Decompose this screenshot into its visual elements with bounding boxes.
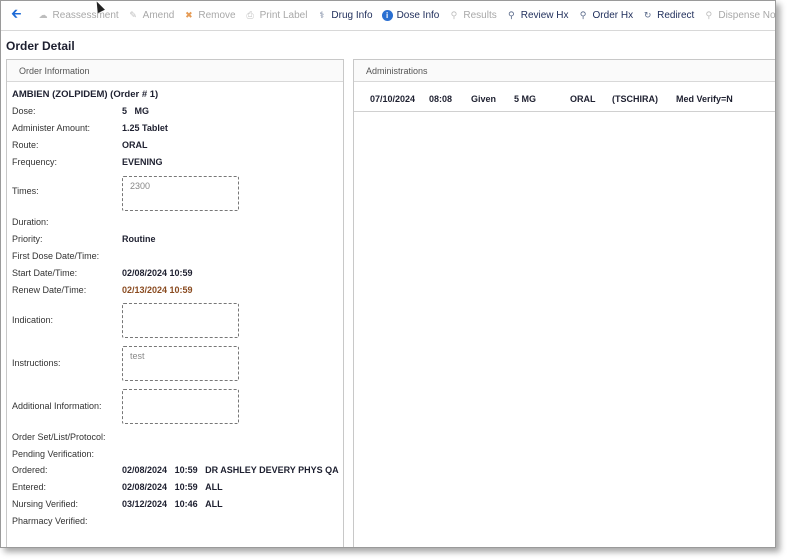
- times-field[interactable]: 2300: [122, 176, 239, 211]
- frequency-value: EVENING: [122, 157, 163, 167]
- edit-icon: ✎: [129, 10, 137, 20]
- results-button[interactable]: ⚲ Results: [448, 10, 497, 21]
- instructions-field[interactable]: test: [122, 346, 239, 381]
- admin-date: 07/10/2024: [370, 94, 416, 104]
- notes-icon: ⚲: [705, 10, 713, 20]
- dose-value: 5 MG: [122, 106, 150, 116]
- admin-time: 08:08: [429, 94, 453, 104]
- instructions-label: Instructions:: [12, 358, 61, 368]
- info-icon: i: [381, 10, 393, 21]
- route-value: ORAL: [122, 140, 148, 150]
- drug-info-button[interactable]: ⚕ Drug Info: [316, 10, 372, 21]
- dose-info-button[interactable]: i Dose Info: [381, 10, 439, 21]
- admin-status: Given: [471, 94, 497, 104]
- order-set-label: Order Set/List/Protocol:: [12, 432, 106, 442]
- dispense-notes-button[interactable]: ⚲Dispense Notes: [703, 10, 775, 21]
- print-label-button[interactable]: ⎙ Print Label: [245, 10, 308, 21]
- indication-field[interactable]: [122, 303, 239, 338]
- times-label: Times:: [12, 186, 39, 196]
- nursing-verified-value: 03/12/2024 10:46 ALL: [122, 499, 223, 509]
- entered-label: Entered:: [12, 482, 47, 492]
- order-information-panel: Order Information AMBIEN (ZOLPIDEM) (Ord…: [6, 59, 344, 547]
- amend-button[interactable]: ✎ Amend: [128, 10, 174, 21]
- redirect-icon: ↻: [643, 10, 652, 20]
- pharmacy-verified-label: Pharmacy Verified:: [12, 516, 88, 526]
- duration-label: Duration:: [12, 217, 49, 227]
- ordered-label: Ordered:: [12, 465, 48, 475]
- start-datetime-label: Start Date/Time:: [12, 268, 78, 278]
- printer-icon: ⎙: [246, 10, 254, 20]
- renew-datetime-value: 02/13/2024 10:59: [122, 285, 193, 295]
- toolbar: 🡰 ☁ Reassessment ✎ Amend ✖ Remove ⎙ Print La…: [1, 1, 775, 31]
- priority-value: Routine: [122, 234, 156, 244]
- drug-info-icon: ⚕: [319, 10, 325, 20]
- nursing-verified-label: Nursing Verified:: [12, 499, 79, 509]
- admin-user: (TSCHIRA): [612, 94, 658, 104]
- order-information-header: Order Information: [7, 60, 343, 82]
- priority-label: Priority:: [12, 234, 43, 244]
- search-icon: ⚲: [507, 10, 515, 20]
- review-hx-button[interactable]: ⚲ Review Hx: [506, 10, 569, 21]
- route-label: Route:: [12, 140, 39, 150]
- remove-icon: ✖: [185, 10, 193, 20]
- administer-amount-value: 1.25 Tablet: [122, 123, 168, 133]
- reassessment-icon: ☁: [38, 10, 48, 20]
- redirect-button[interactable]: ↻ Redirect: [642, 10, 695, 21]
- frequency-label: Frequency:: [12, 157, 58, 167]
- pending-verification-label: Pending Verification:: [12, 449, 95, 459]
- page-title: Order Detail: [6, 39, 75, 53]
- ordered-value: 02/08/2024 10:59 DR ASHLEY DEVERY PHYS Q…: [122, 465, 339, 475]
- administrations-panel: Administrations 07/10/2024 08:08 Given 5…: [353, 59, 775, 547]
- admin-note: Med Verify=N: [676, 94, 733, 104]
- admin-dose: 5 MG: [514, 94, 537, 104]
- first-dose-label: First Dose Date/Time:: [12, 251, 100, 261]
- back-arrow-icon[interactable]: 🡰: [11, 5, 22, 27]
- results-icon: ⚲: [450, 10, 458, 20]
- dose-label: Dose:: [12, 106, 36, 116]
- additional-information-field[interactable]: [122, 389, 239, 424]
- indication-label: Indication:: [12, 315, 54, 325]
- administrations-header: Administrations: [354, 60, 775, 82]
- order-detail-window: 🡰 ☁ Reassessment ✎ Amend ✖ Remove ⎙ Print La…: [0, 0, 776, 548]
- drug-name: AMBIEN (ZOLPIDEM) (Order # 1): [12, 89, 159, 100]
- additional-information-label: Additional Information:: [12, 401, 102, 411]
- admin-route: ORAL: [570, 94, 596, 104]
- order-hx-button[interactable]: ⚲ Order Hx: [578, 10, 633, 21]
- renew-datetime-label: Renew Date/Time:: [12, 285, 87, 295]
- start-datetime-value: 02/08/2024 10:59: [122, 268, 193, 278]
- reassessment-button[interactable]: ☁ Reassessment: [38, 10, 119, 21]
- administer-amount-label: Administer Amount:: [12, 123, 91, 133]
- administration-row[interactable]: 07/10/2024 08:08 Given 5 MG ORAL (TSCHIR…: [354, 88, 775, 112]
- entered-value: 02/08/2024 10:59 ALL: [122, 482, 223, 492]
- search-icon: ⚲: [579, 10, 587, 20]
- remove-button[interactable]: ✖ Remove: [183, 10, 236, 21]
